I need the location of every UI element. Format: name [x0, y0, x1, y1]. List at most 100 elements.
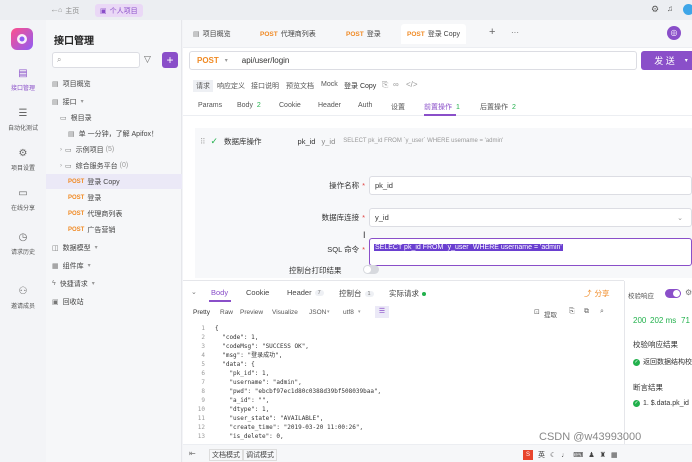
- format-bar: Pretty Raw Preview Visualize JSON ▾ utf8…: [191, 306, 624, 320]
- extract-label[interactable]: 提取: [544, 309, 557, 319]
- resp-tab-cookie[interactable]: Cookie: [246, 288, 269, 297]
- pre-operation-header[interactable]: ⠿ ✓ 数据库操作 pk_id y_id SELECT pk_id FROM `…: [195, 132, 692, 150]
- debug-mode-button[interactable]: 调试模式: [243, 449, 277, 461]
- ime-toolbar[interactable]: S 英 ☾ ♩ ⌨ ♟ ♜ ▦: [523, 449, 663, 461]
- app-logo: [11, 28, 33, 50]
- tree-doc-intro[interactable]: ▤ 单 一分钟，了解 Apifox！: [46, 126, 182, 141]
- tab-login-copy[interactable]: POST 登录 Copy: [401, 24, 466, 44]
- tree-endpoint-login[interactable]: POST 登录: [46, 190, 182, 205]
- more-tabs-button[interactable]: ···: [511, 28, 519, 37]
- environment-badge[interactable]: ◎: [667, 26, 681, 40]
- copy-icon[interactable]: ⎘: [569, 308, 575, 316]
- url-input[interactable]: api/user/login: [242, 56, 290, 65]
- tree-service-platform[interactable]: › ▭ 综合服务平台 (0): [46, 158, 182, 173]
- add-button[interactable]: +: [162, 52, 178, 68]
- nav-online-share[interactable]: ▭ 在线分享: [0, 188, 46, 212]
- format-pretty[interactable]: Pretty: [193, 309, 210, 316]
- copy-all-icon[interactable]: ⧉: [584, 308, 589, 316]
- tab-personal-project[interactable]: ▣ 个人项目: [95, 4, 143, 17]
- console-print-toggle[interactable]: [363, 265, 379, 274]
- op-name-label: 操作名称 *: [329, 181, 365, 190]
- send-button[interactable]: 发 送 ▾: [641, 51, 692, 70]
- subtab-api-doc[interactable]: 接口说明: [251, 81, 279, 91]
- notification-icon[interactable]: ♫: [667, 4, 673, 13]
- tab-settings[interactable]: 设置: [391, 102, 405, 112]
- user-icon: ♟: [588, 452, 595, 459]
- tab-login[interactable]: POST 登录: [346, 26, 381, 42]
- tree-example-project[interactable]: › ▭ 示例项目 (5): [46, 142, 182, 157]
- format-raw[interactable]: Raw: [220, 309, 233, 316]
- code-icon[interactable]: </>: [406, 80, 418, 89]
- sql-command-label: SQL 命令 *: [327, 245, 365, 254]
- verify-toggle[interactable]: [665, 289, 681, 298]
- tree-endpoint-login-copy[interactable]: POST 登录 Copy: [46, 174, 182, 189]
- tree-root-dir[interactable]: ▭ 根目录: [46, 110, 182, 125]
- drag-handle-icon[interactable]: ⠿: [200, 137, 206, 146]
- verify-result-title: 校验响应结果: [633, 340, 678, 349]
- resp-tab-body[interactable]: Body: [211, 288, 228, 297]
- tree-component-lib[interactable]: ▦ 组件库 ▾: [46, 258, 182, 273]
- op-name-input[interactable]: pk_id: [369, 176, 692, 195]
- settings-icon[interactable]: ⚙: [685, 288, 692, 297]
- tab-agents[interactable]: POST 代理商列表: [260, 26, 316, 42]
- resp-tab-console[interactable]: 控制台 1: [339, 288, 374, 299]
- copy-icon[interactable]: ⎘: [382, 80, 388, 90]
- nav-invite-members[interactable]: ⚇ 邀请成员: [0, 286, 46, 310]
- check-circle-icon[interactable]: ✓: [211, 136, 219, 147]
- method-select[interactable]: POST: [197, 56, 219, 65]
- subtab-preview-doc[interactable]: 预览文档: [286, 81, 314, 91]
- tab-home[interactable]: ⌂ 主页: [58, 4, 79, 17]
- nav-request-history[interactable]: ◷ 请求历史: [0, 232, 46, 256]
- tree-quick-requests[interactable]: ϟ 快捷请求 ▾: [46, 276, 182, 291]
- nav-interface-management[interactable]: ▤ 接口管理: [0, 68, 46, 92]
- tab-auth[interactable]: Auth: [358, 102, 372, 109]
- tree-project-overview[interactable]: ▤ 项目概览: [46, 76, 182, 91]
- avatar[interactable]: [683, 4, 692, 15]
- search-icon[interactable]: ⌕: [600, 308, 604, 316]
- tree-data-models[interactable]: ◫ 数据模型 ▾: [46, 240, 182, 255]
- response-size: 71: [681, 316, 690, 325]
- tab-cookie[interactable]: Cookie: [279, 102, 301, 109]
- extract-icon[interactable]: ⊡: [534, 308, 540, 316]
- tab-pre-operations[interactable]: 前置操作 1: [424, 102, 460, 112]
- code-line: 1{: [201, 325, 219, 332]
- resp-tab-header[interactable]: Header 7: [287, 288, 324, 297]
- component-icon: ▦: [52, 262, 59, 270]
- link-icon[interactable]: ∞: [393, 80, 399, 89]
- verify-result-item: ✓ 返回数据结构校: [633, 358, 692, 366]
- nav-automation-test[interactable]: ☰ 自动化测试: [0, 108, 46, 132]
- tab-params[interactable]: Params: [198, 102, 222, 109]
- tab-post-operations[interactable]: 后置操作 2: [480, 102, 516, 112]
- subtab-request[interactable]: 请求: [193, 80, 213, 92]
- tab-project-overview[interactable]: ▤ 项目概览: [193, 26, 231, 42]
- format-preview[interactable]: Preview: [240, 309, 263, 316]
- sql-command-editor[interactable]: SELECT pk_id FROM `y_user` WHERE usernam…: [369, 238, 692, 266]
- tree-recycle-bin[interactable]: ▣ 回收站: [46, 294, 182, 309]
- subtab-mock[interactable]: Mock: [321, 81, 338, 88]
- resp-tab-actual-request[interactable]: 实际请求: [389, 288, 426, 299]
- code-line: 10 "dtype": 1,: [197, 406, 270, 413]
- collapse-sidebar-icon[interactable]: ⇤: [189, 449, 196, 458]
- new-tab-button[interactable]: +: [489, 26, 495, 38]
- share-button[interactable]: ⤴ 分享: [584, 288, 610, 299]
- tab-body[interactable]: Body 2: [237, 102, 261, 109]
- assert-title: 断言结果: [633, 383, 663, 392]
- format-json-select[interactable]: JSON: [309, 309, 326, 316]
- tree-interfaces[interactable]: ▤ 接口 ▾: [46, 94, 182, 109]
- encoding-select[interactable]: utf8: [343, 309, 354, 316]
- nav-project-settings[interactable]: ⚙ 项目设置: [0, 148, 46, 172]
- subtab-response-def[interactable]: 响应定义: [217, 81, 245, 91]
- settings-icon[interactable]: ⚙: [651, 4, 659, 15]
- filter-icon[interactable]: ▽: [144, 54, 151, 65]
- collapse-icon[interactable]: ⌄: [191, 288, 197, 296]
- db-connection-select[interactable]: y_id ⌄: [369, 208, 692, 227]
- ime-icon: 英: [538, 452, 545, 459]
- tree-search-input[interactable]: ⌕: [52, 52, 140, 68]
- wrap-lines-icon[interactable]: ☰: [375, 306, 389, 318]
- doc-mode-button[interactable]: 文档模式: [209, 449, 243, 461]
- tree-endpoint-ads[interactable]: POST 广告营销: [46, 222, 182, 237]
- code-line: 4 "msg": "登录成功",: [201, 352, 283, 359]
- tree-endpoint-agents[interactable]: POST 代理商列表: [46, 206, 182, 221]
- tab-header[interactable]: Header: [318, 102, 341, 109]
- format-visualize[interactable]: Visualize: [272, 309, 298, 316]
